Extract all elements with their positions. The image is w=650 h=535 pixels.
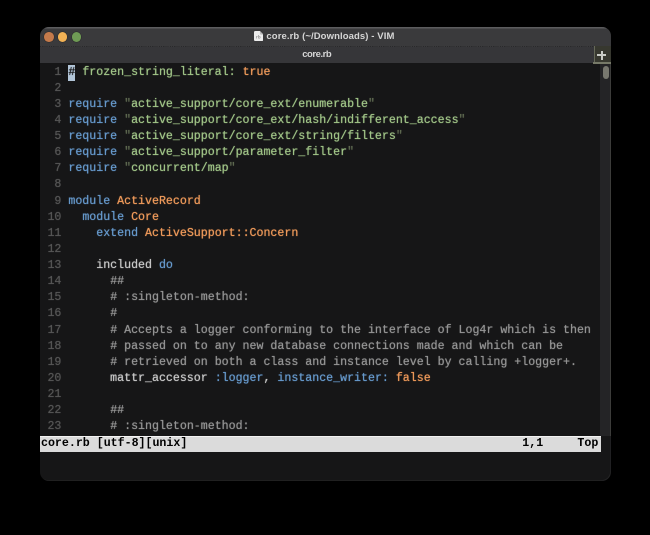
svg-text:rb: rb [256, 35, 261, 40]
